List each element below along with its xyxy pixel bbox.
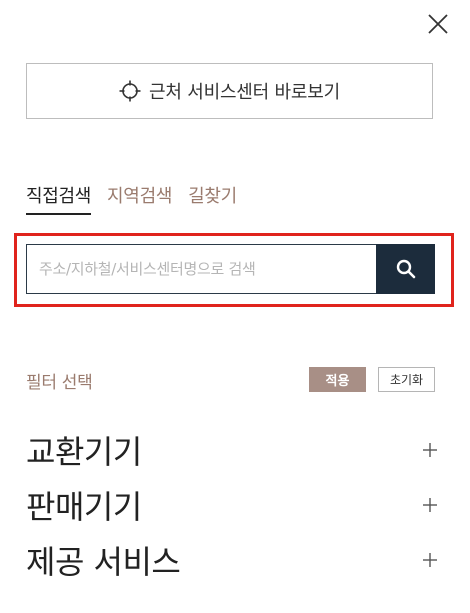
nearby-service-center-button[interactable]: 근처 서비스센터 바로보기	[26, 63, 433, 119]
reset-button[interactable]: 초기화	[378, 367, 435, 392]
tab-region-search[interactable]: 지역검색	[107, 182, 172, 215]
crosshair-icon	[119, 80, 141, 102]
apply-button[interactable]: 적용	[309, 367, 366, 392]
filter-group-label: 판매기기	[26, 488, 142, 526]
plus-icon	[422, 497, 438, 513]
plus-icon	[422, 552, 438, 568]
nearby-service-center-label: 근처 서비스센터 바로보기	[148, 82, 340, 103]
filter-title: 필터 선택	[26, 373, 93, 393]
filter-group-label: 제공 서비스	[26, 543, 181, 581]
close-icon	[428, 14, 448, 34]
plus-icon	[422, 442, 438, 458]
close-button[interactable]	[424, 10, 452, 38]
search-tabs: 직접검색 지역검색 길찾기	[26, 182, 253, 215]
tab-directions[interactable]: 길찾기	[188, 182, 237, 215]
filter-group-exchange-devices[interactable]: 교환기기	[26, 425, 438, 475]
search-input[interactable]	[26, 244, 376, 294]
tab-direct-search[interactable]: 직접검색	[26, 182, 91, 215]
filter-group-provided-services[interactable]: 제공 서비스	[26, 535, 438, 585]
filter-group-label: 교환기기	[26, 433, 142, 471]
search-icon	[396, 259, 415, 279]
filter-group-sales-devices[interactable]: 판매기기	[26, 480, 438, 530]
search-button[interactable]	[376, 244, 435, 294]
